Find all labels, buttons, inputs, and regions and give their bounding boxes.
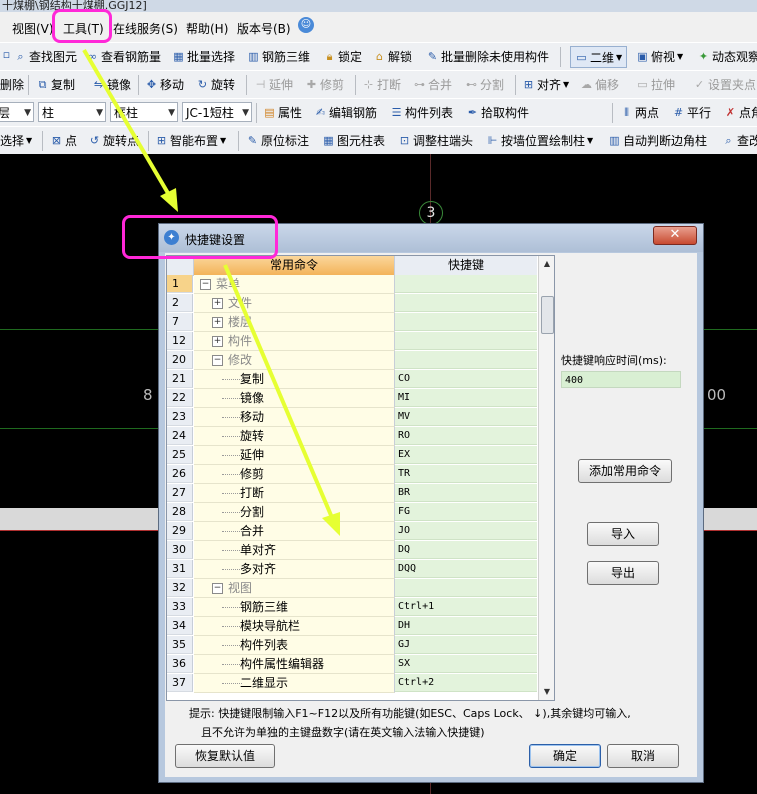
annotation-arrows bbox=[82, 48, 340, 536]
